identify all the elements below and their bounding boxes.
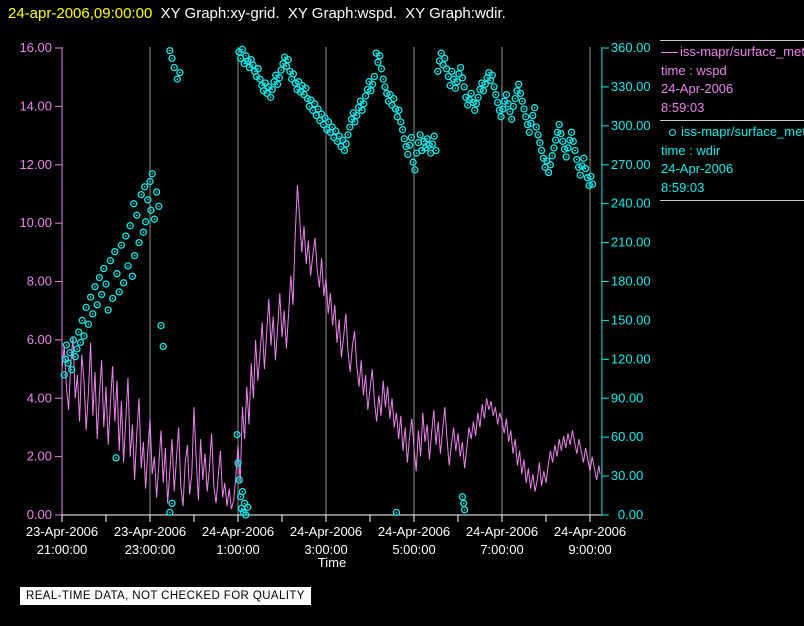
svg-text:0.00: 0.00 <box>27 507 52 522</box>
legend-separator <box>660 200 804 201</box>
legend-date: 24-Apr-2006 <box>661 161 734 176</box>
svg-text:9:00:00: 9:00:00 <box>568 542 611 557</box>
svg-text:24-Apr-2006: 24-Apr-2006 <box>466 524 538 539</box>
x-axis: 23-Apr-2006 21:00:00 23-Apr-2006 23:00:00 24… <box>26 514 626 557</box>
wspd-line-series <box>61 185 601 510</box>
svg-text:1:00:00: 1:00:00 <box>216 542 259 557</box>
svg-text:8.00: 8.00 <box>27 274 52 289</box>
legend-time: 8:59:03 <box>661 99 705 115</box>
right-axis-wdir: 360.00 330.00 300.00 270.00 240.00 210.00 180.… <box>601 40 651 522</box>
legend-source: iss-mapr/surface_met <box>681 124 804 139</box>
svg-text:60.00: 60.00 <box>611 429 644 444</box>
svg-text:360.00: 360.00 <box>611 40 651 55</box>
svg-text:23-Apr-2006: 23-Apr-2006 <box>26 524 98 539</box>
wspd-line-swatch-icon <box>661 51 678 53</box>
legend-entry-wdir[interactable]: iss-mapr/surface_met time : wdir 24-Apr-… <box>660 121 804 200</box>
svg-text:0.00: 0.00 <box>618 507 643 522</box>
svg-text:300.00: 300.00 <box>611 118 651 133</box>
left-axis-wspd: 16.00 14.00 12.00 10.00 8.00 6.00 4.00 2.00 0.00 <box>19 40 63 522</box>
legend-panel[interactable]: iss-mapr/surface_met time : wspd 24-Apr-… <box>660 40 804 201</box>
legend-field: time : wspd <box>661 62 727 78</box>
svg-text:24-Apr-2006: 24-Apr-2006 <box>378 524 450 539</box>
legend-source: iss-mapr/surface_met <box>680 44 804 59</box>
x-axis-title: Time <box>317 555 347 570</box>
svg-text:120.00: 120.00 <box>611 351 651 366</box>
svg-text:330.00: 330.00 <box>611 79 651 94</box>
svg-text:240.00: 240.00 <box>611 196 651 211</box>
quality-disclaimer-banner: REAL-TIME DATA, NOT CHECKED FOR QUALITY <box>20 587 311 605</box>
svg-text:23-Apr-2006: 23-Apr-2006 <box>114 524 186 539</box>
legend-time: 8:59:03 <box>661 179 705 195</box>
svg-text:24-Apr-2006: 24-Apr-2006 <box>202 524 274 539</box>
svg-text:210.00: 210.00 <box>611 235 651 250</box>
svg-text:270.00: 270.00 <box>611 157 651 172</box>
wdir-circle-swatch-icon <box>669 128 676 136</box>
legend-entry-wspd[interactable]: iss-mapr/surface_met time : wspd 24-Apr-… <box>660 41 804 120</box>
svg-text:90.00: 90.00 <box>611 390 644 405</box>
svg-text:16.00: 16.00 <box>19 40 52 55</box>
svg-text:4.00: 4.00 <box>27 390 52 405</box>
legend-field: time : wdir <box>661 142 721 158</box>
svg-text:150.00: 150.00 <box>611 312 651 327</box>
svg-text:14.00: 14.00 <box>19 98 52 113</box>
svg-text:30.00: 30.00 <box>611 468 644 483</box>
svg-text:180.00: 180.00 <box>611 274 651 289</box>
gridlines <box>149 47 591 515</box>
svg-text:21:00:00: 21:00:00 <box>37 542 88 557</box>
svg-text:7:00:00: 7:00:00 <box>480 542 523 557</box>
svg-text:12.00: 12.00 <box>19 157 52 172</box>
svg-text:6.00: 6.00 <box>27 332 52 347</box>
svg-text:23:00:00: 23:00:00 <box>125 542 176 557</box>
app-window: 24-apr-2006,09:00:00 XY Graph:xy-grid. X… <box>0 0 804 626</box>
svg-text:10.00: 10.00 <box>19 215 52 230</box>
svg-text:24-Apr-2006: 24-Apr-2006 <box>554 524 626 539</box>
svg-text:24-Apr-2006: 24-Apr-2006 <box>290 524 362 539</box>
legend-date: 24-Apr-2006 <box>661 81 734 96</box>
svg-text:2.00: 2.00 <box>27 449 52 464</box>
